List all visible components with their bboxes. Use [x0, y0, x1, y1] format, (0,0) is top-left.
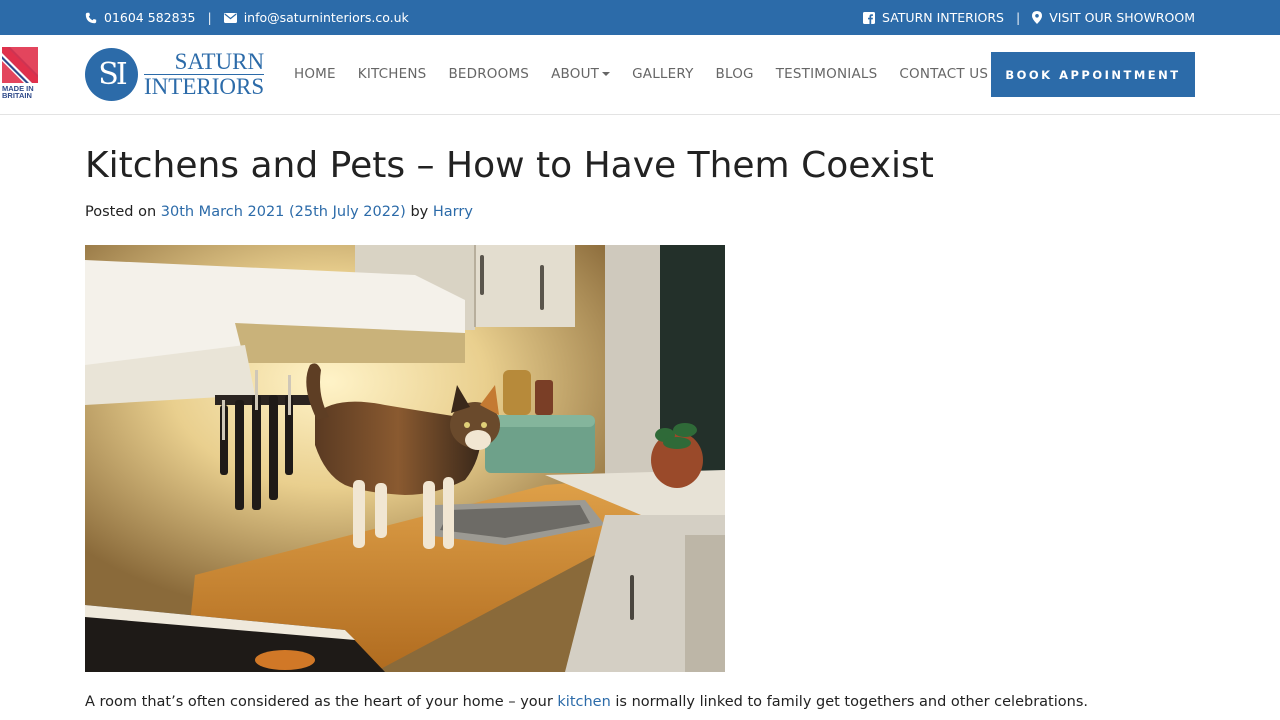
- showroom-link[interactable]: VISIT OUR SHOWROOM: [1032, 10, 1195, 25]
- facebook-icon: [863, 11, 876, 24]
- logo-line-2: INTERIORS: [144, 74, 265, 99]
- made-in-britain-badge: MADE IN BRITAIN: [2, 47, 38, 99]
- logo-wordmark: SATURN INTERIORS: [144, 50, 265, 99]
- intro-text-after: is normally linked to family get togethe…: [615, 694, 1088, 710]
- intro-text-before: A room that’s often considered as the he…: [85, 694, 553, 710]
- separator: |: [1015, 10, 1021, 25]
- main-nav: HOME KITCHENS BEDROOMS ABOUT GALLERY BLO…: [294, 35, 988, 113]
- nav-bedrooms[interactable]: BEDROOMS: [448, 66, 529, 82]
- envelope-icon: [223, 12, 237, 23]
- flag-text-line2: BRITAIN: [2, 91, 32, 99]
- author-link[interactable]: Harry: [433, 204, 473, 220]
- logo-line-1: SATURN: [144, 50, 265, 75]
- separator: |: [207, 10, 212, 25]
- top-bar: 01604 582835 | info@saturninteriors.co.u…: [0, 0, 1280, 35]
- article-intro: A room that’s often considered as the he…: [85, 694, 1088, 710]
- phone-icon: [85, 12, 97, 23]
- nav-home[interactable]: HOME: [294, 66, 336, 82]
- site-header: MADE IN BRITAIN SI SATURN INTERIORS HOME…: [0, 35, 1280, 115]
- caret-down-icon: [602, 72, 611, 76]
- nav-about-label: ABOUT: [551, 66, 600, 82]
- post-date-link[interactable]: 30th March 2021 (25th July 2022): [161, 204, 406, 220]
- by-label: by: [410, 204, 429, 220]
- map-marker-icon: [1032, 11, 1043, 24]
- social-links: SATURN INTERIORS | VISIT OUR SHOWROOM: [863, 0, 1195, 35]
- nav-testimonials[interactable]: TESTIMONIALS: [776, 66, 878, 82]
- phone-number: 01604 582835: [104, 10, 196, 25]
- posted-on-label: Posted on: [85, 204, 157, 220]
- site-logo[interactable]: SI SATURN INTERIORS: [85, 48, 271, 101]
- page-title: Kitchens and Pets – How to Have Them Coe…: [85, 145, 934, 186]
- phone-link[interactable]: 01604 582835: [85, 10, 195, 25]
- nav-blog[interactable]: BLOG: [716, 66, 754, 82]
- contact-info: 01604 582835 | info@saturninteriors.co.u…: [85, 0, 409, 35]
- nav-kitchens[interactable]: KITCHENS: [358, 66, 427, 82]
- post-meta: Posted on 30th March 2021 (25th July 202…: [85, 204, 473, 220]
- nav-contact-us[interactable]: CONTACT US: [899, 66, 988, 82]
- email-address: info@saturninteriors.co.uk: [243, 10, 409, 25]
- logo-mark: SI: [85, 48, 138, 101]
- kitchen-link[interactable]: kitchen: [557, 694, 610, 710]
- email-link[interactable]: info@saturninteriors.co.uk: [223, 10, 409, 25]
- featured-image-cat-in-kitchen: [85, 245, 725, 672]
- facebook-label: SATURN INTERIORS: [882, 10, 1004, 25]
- facebook-link[interactable]: SATURN INTERIORS: [863, 10, 1004, 25]
- nav-gallery[interactable]: GALLERY: [632, 66, 693, 82]
- book-appointment-button[interactable]: BOOK APPOINTMENT: [991, 52, 1195, 97]
- nav-about[interactable]: ABOUT: [551, 66, 611, 82]
- showroom-label: VISIT OUR SHOWROOM: [1049, 10, 1195, 25]
